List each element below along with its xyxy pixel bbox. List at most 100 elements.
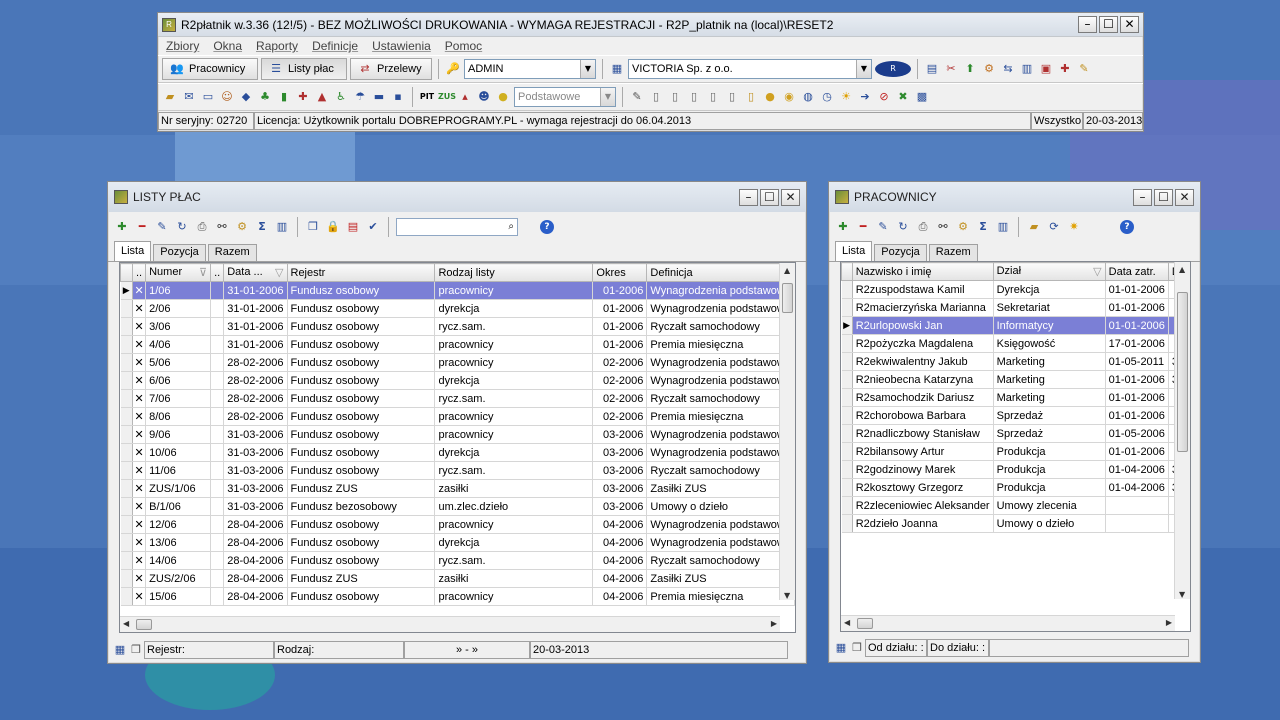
arrow-up-icon[interactable]: ⬆ bbox=[962, 61, 978, 77]
table-row[interactable]: ▶ R2urlopowski Jan Informatycy 01-01-2006 bbox=[841, 316, 1190, 335]
close-button[interactable]: ✕ bbox=[1120, 16, 1139, 33]
table-row[interactable]: ✕ 15/06 28-04-2006 Fundusz osobowy pracownic… bbox=[120, 587, 795, 606]
table-row[interactable]: ✕ ZUS/2/06 28-04-2006 Fundusz ZUS zasiłki 04-… bbox=[120, 569, 795, 588]
tab-pozycja[interactable]: Pozycja bbox=[153, 244, 206, 261]
copy-icon[interactable]: ❐ bbox=[305, 219, 321, 235]
tools-icon[interactable]: ✖ bbox=[895, 89, 911, 105]
tab-razem[interactable]: Razem bbox=[928, 244, 978, 261]
nav-przelewy-button[interactable]: ⇄ Przelewy bbox=[350, 58, 432, 80]
database-icon[interactable]: ▥ bbox=[1019, 61, 1035, 77]
from-dept-filter[interactable]: Od działu: : bbox=[865, 639, 927, 657]
table-row[interactable]: R2zleceniowiec Aleksander Umowy zlecenia bbox=[841, 496, 1190, 515]
user-select[interactable]: ADMIN ▼ bbox=[464, 59, 596, 79]
filter-icon[interactable]: ▽ bbox=[275, 266, 283, 279]
sum-icon[interactable]: Σ bbox=[254, 219, 270, 235]
tools-icon[interactable]: ✎ bbox=[629, 89, 645, 105]
binoculars-icon[interactable]: ⚯ bbox=[935, 219, 951, 235]
table-row[interactable]: ✕ 3/06 31-01-2006 Fundusz osobowy rycz.sam. 0… bbox=[120, 317, 795, 336]
close-button[interactable]: ✕ bbox=[781, 188, 800, 206]
company-select[interactable]: VICTORIA Sp. z o.o. ▼ bbox=[628, 59, 872, 79]
chevron-down-icon[interactable]: ▼ bbox=[856, 60, 871, 78]
print-icon[interactable]: ⎙ bbox=[915, 219, 931, 235]
table-row[interactable]: R2nadliczbowy Stanisław Sprzedaż 01-05-200… bbox=[841, 424, 1190, 443]
chevron-down-icon[interactable]: ▼ bbox=[600, 88, 615, 106]
table-row[interactable]: ▶ ✕ 1/06 31-01-2006 Fundusz osobowy pracownic… bbox=[120, 281, 795, 300]
chevron-down-icon[interactable]: ▼ bbox=[580, 60, 595, 78]
pit-icon[interactable]: PIT bbox=[419, 89, 435, 105]
table-row[interactable]: ✕ 12/06 28-04-2006 Fundusz osobowy pracownic… bbox=[120, 515, 795, 534]
edit-icon[interactable]: ✎ bbox=[154, 219, 170, 235]
coin-icon[interactable]: ● bbox=[762, 89, 778, 105]
table-row[interactable]: ✕ 4/06 31-01-2006 Fundusz osobowy pracownicy… bbox=[120, 335, 795, 354]
filter-icon[interactable]: ⊽ bbox=[199, 266, 207, 279]
col-dzial[interactable]: Dział ▽ bbox=[992, 262, 1106, 281]
mail-icon[interactable]: ✉ bbox=[181, 89, 197, 105]
gear-icon[interactable]: ⚙ bbox=[234, 219, 250, 235]
zus-icon[interactable]: ZUS bbox=[438, 89, 456, 105]
payroll-hscroll[interactable]: ◀ ▶ bbox=[120, 616, 780, 632]
tools-icon[interactable]: ✂ bbox=[943, 61, 959, 77]
table-row[interactable]: R2godzinowy MarekProdukcja01-04-200631 bbox=[841, 460, 1190, 479]
scroll-left-icon[interactable]: ◀ bbox=[123, 619, 129, 628]
col-okres[interactable]: Okres bbox=[592, 263, 648, 282]
lightbulb-icon[interactable]: ● bbox=[495, 89, 511, 105]
col-definicja[interactable]: Definicja bbox=[646, 263, 795, 282]
menu-ustawienia[interactable]: Ustawienia bbox=[372, 39, 431, 53]
tab-pozycja[interactable]: Pozycja bbox=[874, 244, 927, 261]
printer-icon[interactable]: ▩ bbox=[914, 89, 930, 105]
user-icon[interactable]: ☺ bbox=[219, 89, 235, 105]
add-icon[interactable]: ✚ bbox=[114, 219, 130, 235]
book-icon[interactable]: ◆ bbox=[238, 89, 254, 105]
transfer-icon[interactable]: ⇆ bbox=[1000, 61, 1016, 77]
scroll-thumb[interactable] bbox=[857, 618, 873, 629]
menu-okna[interactable]: Okna bbox=[213, 39, 242, 53]
menu-pomoc[interactable]: Pomoc bbox=[445, 39, 482, 53]
copy-icon[interactable]: ❐ bbox=[849, 640, 865, 656]
grid-view-icon[interactable]: ▦ bbox=[833, 640, 849, 656]
close-button[interactable]: ✕ bbox=[1175, 188, 1194, 206]
scroll-right-icon[interactable]: ▶ bbox=[771, 619, 777, 628]
folder-people-icon[interactable]: ▰ bbox=[1026, 219, 1042, 235]
main-titlebar[interactable]: R R2płatnik w.3.36 (12!/5) - BEZ MOŻLIWO… bbox=[158, 13, 1143, 37]
gear-icon[interactable]: ⚙ bbox=[955, 219, 971, 235]
table-row[interactable]: ✕ 10/06 31-03-2006 Fundusz osobowy dyrekcja 0… bbox=[120, 443, 795, 462]
menu-zbiory[interactable]: Zbiory bbox=[166, 39, 199, 53]
scroll-down-icon[interactable]: ▼ bbox=[784, 591, 790, 600]
bell-icon[interactable]: ▴ bbox=[457, 89, 473, 105]
page-icon[interactable]: ▯ bbox=[667, 89, 683, 105]
calendar-icon[interactable]: ▣ bbox=[1038, 61, 1054, 77]
payroll-search-input[interactable]: ⌕ bbox=[396, 218, 518, 236]
sum-icon[interactable]: Σ bbox=[975, 219, 991, 235]
col-data-zatr[interactable]: Data zatr. bbox=[1104, 262, 1169, 281]
folder-icon[interactable]: ▰ bbox=[162, 89, 178, 105]
settings-icon[interactable]: ✚ bbox=[1057, 61, 1073, 77]
table-row[interactable]: R2ekwiwalentny JakubMarketing01-05-20113… bbox=[841, 352, 1190, 371]
scroll-thumb[interactable] bbox=[782, 283, 793, 313]
save-icon[interactable]: ▪ bbox=[390, 89, 406, 105]
maximize-button[interactable]: ☐ bbox=[760, 188, 779, 206]
network-icon[interactable]: ⚙ bbox=[981, 61, 997, 77]
arrow-icon[interactable]: ➔ bbox=[857, 89, 873, 105]
document-icon[interactable]: ▮ bbox=[276, 89, 292, 105]
people-icon[interactable]: ☻ bbox=[476, 89, 492, 105]
edit-icon[interactable]: ✎ bbox=[875, 219, 891, 235]
col-dots[interactable]: .. bbox=[210, 263, 225, 282]
menu-raporty[interactable]: Raporty bbox=[256, 39, 298, 53]
minimize-button[interactable]: – bbox=[1133, 188, 1152, 206]
maximize-button[interactable]: ☐ bbox=[1099, 16, 1118, 33]
scroll-down-icon[interactable]: ▼ bbox=[1179, 590, 1185, 599]
col-rejestr[interactable]: Rejestr bbox=[286, 263, 436, 282]
card-icon[interactable]: ▭ bbox=[200, 89, 216, 105]
col-numer[interactable]: Numer ⊽ bbox=[145, 263, 212, 282]
help-icon[interactable]: ? bbox=[540, 220, 554, 234]
table-row[interactable]: ✕ 8/06 28-02-2006 Fundusz osobowy pracownicy… bbox=[120, 407, 795, 426]
scroll-up-icon[interactable]: ▲ bbox=[784, 266, 790, 275]
table-row[interactable]: R2dzieło Joanna Umowy o dzieło bbox=[841, 514, 1190, 533]
lock-icon[interactable]: 🔒 bbox=[325, 219, 341, 235]
maximize-button[interactable]: ☐ bbox=[1154, 188, 1173, 206]
style-select[interactable]: Podstawowe ▼ bbox=[514, 87, 616, 107]
menu-definicje[interactable]: Definicje bbox=[312, 39, 358, 53]
table-row[interactable]: R2bilansowy Artur Produkcja 01-01-2006 bbox=[841, 442, 1190, 461]
refresh-icon[interactable]: ⟳ bbox=[1046, 219, 1062, 235]
scroll-right-icon[interactable]: ▶ bbox=[1166, 618, 1172, 627]
